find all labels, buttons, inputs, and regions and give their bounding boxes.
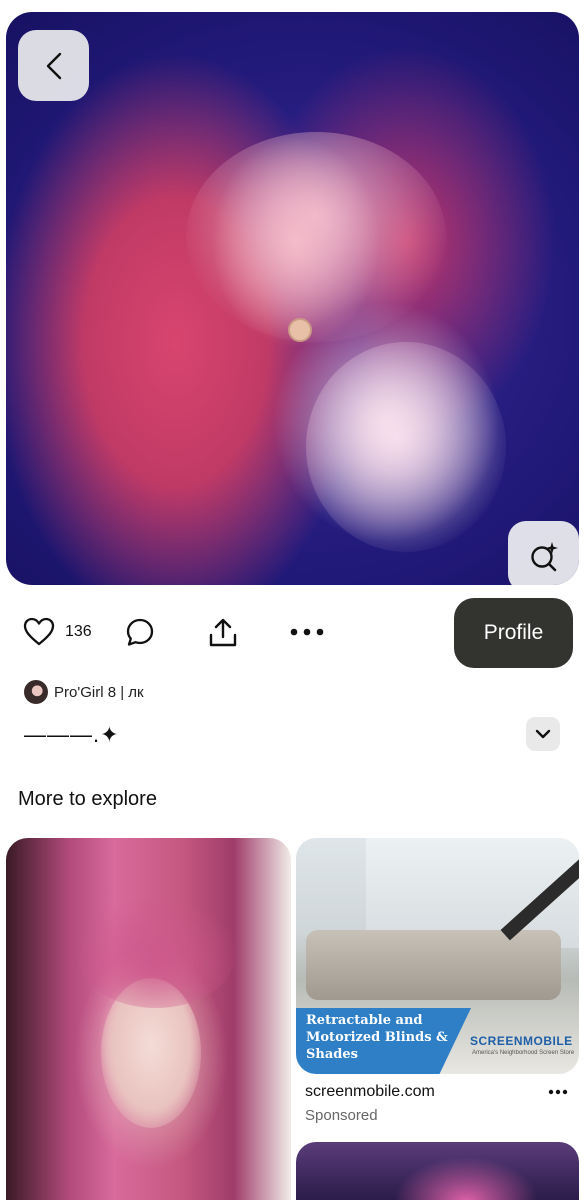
profile-button[interactable]: Profile — [454, 598, 573, 668]
share-button[interactable] — [207, 617, 239, 649]
back-button[interactable] — [18, 30, 89, 101]
back-chevron-icon — [46, 52, 61, 79]
visual-search-button[interactable] — [508, 521, 579, 585]
sponsored-pin-card[interactable]: Retractable and Motorized Blinds & Shade… — [296, 838, 579, 1074]
sofa-shape — [306, 930, 561, 1000]
heart-icon — [23, 617, 55, 646]
like-button[interactable]: 136 — [23, 617, 92, 647]
avatar — [24, 680, 48, 704]
more-options-button[interactable] — [290, 628, 324, 636]
pin-author[interactable]: Pro'Girl 8 | лк — [24, 680, 144, 704]
section-title: More to explore — [18, 788, 157, 810]
more-icon — [290, 628, 324, 636]
comment-button[interactable] — [125, 617, 155, 647]
ad-headline: Retractable and Motorized Blinds & Shade… — [306, 1013, 448, 1062]
chevron-down-icon — [535, 729, 551, 739]
hair-shape — [186, 132, 446, 342]
explore-pin-card[interactable] — [296, 1142, 579, 1200]
ad-brand: SCREENMOBILE — [470, 1034, 573, 1048]
more-icon — [548, 1089, 568, 1095]
pin-description: ———.✦ — [24, 722, 120, 747]
bangs-shape — [76, 898, 236, 1008]
visual-search-icon — [530, 541, 558, 571]
expand-description-button[interactable] — [526, 717, 560, 751]
sponsored-label: Sponsored — [305, 1107, 378, 1124]
comment-icon — [126, 618, 154, 646]
ad-tagline: America's Neighborhood Screen Store — [472, 1050, 575, 1056]
share-icon — [209, 618, 237, 647]
microphone-shape — [288, 318, 312, 342]
action-bar: 136 Profile — [0, 598, 585, 668]
ad-domain[interactable]: screenmobile.com — [305, 1083, 435, 1101]
explore-pin-card[interactable] — [6, 838, 291, 1200]
like-count: 136 — [65, 623, 92, 640]
ad-more-button[interactable] — [548, 1082, 568, 1100]
shoulder-shape — [306, 342, 506, 552]
author-name: Pro'Girl 8 | лк — [54, 683, 144, 701]
pin-image[interactable] — [6, 12, 579, 585]
